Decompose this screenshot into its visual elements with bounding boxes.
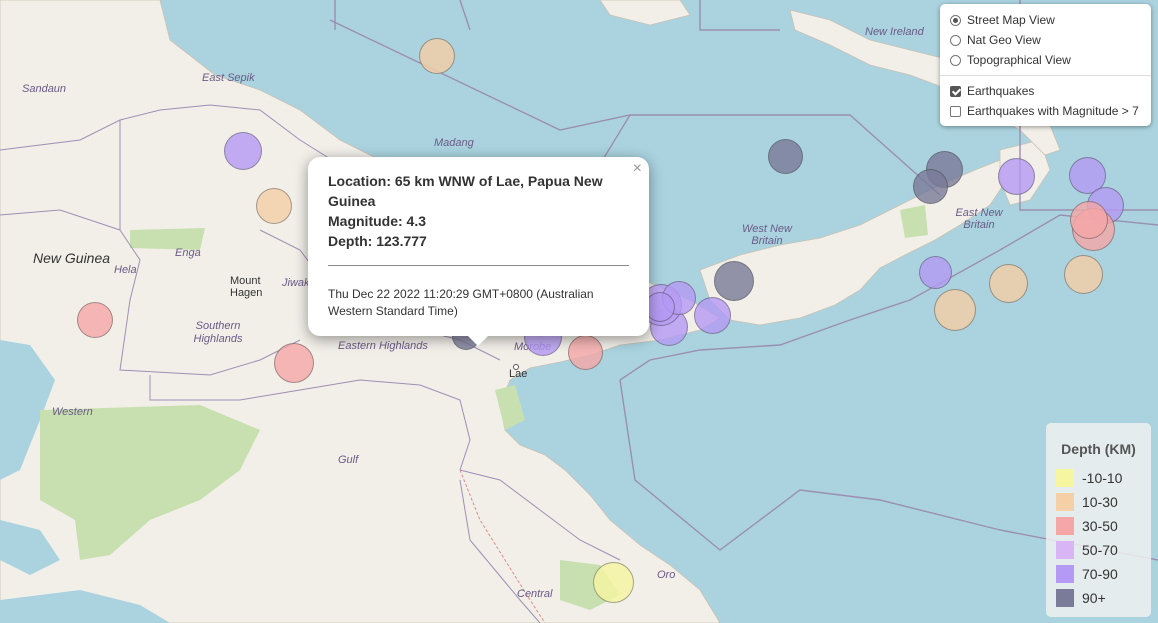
- checkbox-earthquakes[interactable]: [950, 85, 961, 97]
- popup-tip: [468, 336, 488, 346]
- popup-magnitude: Magnitude: 4.3: [328, 213, 427, 229]
- earthquake-marker[interactable]: [274, 343, 314, 383]
- label-sandaun: Sandaun: [22, 83, 67, 95]
- label-gulf: Gulf: [338, 454, 359, 466]
- earthquake-marker[interactable]: [768, 139, 803, 174]
- earthquake-marker[interactable]: [714, 261, 754, 301]
- earthquake-marker[interactable]: [593, 562, 634, 603]
- legend-label: 30-50: [1082, 518, 1118, 534]
- legend-swatch: [1056, 565, 1074, 583]
- base-layer-topographical[interactable]: Topographical View: [950, 50, 1141, 70]
- label-lae: Lae: [509, 368, 528, 380]
- legend-swatch: [1056, 469, 1074, 487]
- legend-item: 10-30: [1056, 490, 1141, 514]
- earthquake-marker[interactable]: [998, 158, 1035, 195]
- earthquake-marker[interactable]: [1070, 201, 1108, 239]
- legend-swatch: [1056, 541, 1074, 559]
- depth-legend: Depth (KM) -10-10 10-30 30-50 50-70 70-9…: [1046, 423, 1151, 617]
- legend-swatch: [1056, 517, 1074, 535]
- popup-time: Thu Dec 22 2022 11:20:29 GMT+0800 (Austr…: [328, 287, 594, 318]
- label-new-ireland: New Ireland: [865, 26, 924, 38]
- label-madang: Madang: [434, 137, 474, 149]
- label-western: Western: [52, 406, 93, 418]
- earthquake-marker[interactable]: [419, 38, 455, 74]
- legend-swatch: [1056, 589, 1074, 607]
- label-mount-hagen: Mount Hagen: [230, 275, 263, 299]
- earthquake-marker[interactable]: [568, 335, 603, 370]
- earthquake-popup: × Location: 65 km WNW of Lae, Papua New …: [308, 157, 649, 346]
- radio-topographical[interactable]: [950, 54, 961, 66]
- popup-location: Location: 65 km WNW of Lae, Papua New Gu…: [328, 173, 603, 209]
- base-layer-label: Nat Geo View: [967, 33, 1041, 47]
- earthquake-marker[interactable]: [989, 264, 1028, 303]
- overlay-earthquakes-mag7[interactable]: Earthquakes with Magnitude > 7: [950, 101, 1141, 121]
- legend-label: -10-10: [1082, 470, 1123, 486]
- label-west-new-britain: West New Britain: [742, 223, 792, 247]
- label-hela: Hela: [114, 264, 137, 276]
- layer-control-separator: [940, 75, 1151, 76]
- earthquake-marker[interactable]: [256, 188, 292, 224]
- base-layer-nat-geo[interactable]: Nat Geo View: [950, 30, 1141, 50]
- earthquake-marker[interactable]: [77, 302, 113, 338]
- popup-depth: Depth: 123.777: [328, 233, 427, 249]
- overlay-label: Earthquakes with Magnitude > 7: [967, 104, 1139, 118]
- overlay-earthquakes[interactable]: Earthquakes: [950, 81, 1141, 101]
- earthquake-marker[interactable]: [694, 297, 731, 334]
- radio-street-map[interactable]: [950, 14, 961, 26]
- legend-item: 30-50: [1056, 514, 1141, 538]
- lae-town-dot: [513, 364, 519, 370]
- legend-swatch: [1056, 493, 1074, 511]
- label-southern-highlands: Southern Highlands: [193, 320, 243, 345]
- label-east-new-britain: East New Britain: [955, 207, 1003, 231]
- label-central: Central: [517, 588, 553, 600]
- earthquake-marker[interactable]: [224, 132, 262, 170]
- earthquake-marker[interactable]: [934, 289, 976, 331]
- base-layer-street-map[interactable]: Street Map View: [950, 10, 1141, 30]
- label-eastern-highlands: Eastern Highlands: [338, 340, 428, 352]
- base-layer-label: Topographical View: [967, 53, 1071, 67]
- label-enga: Enga: [175, 247, 201, 259]
- legend-label: 70-90: [1082, 566, 1118, 582]
- legend-label: 90+: [1082, 590, 1106, 606]
- checkbox-earthquakes-mag7[interactable]: [950, 105, 961, 117]
- earthquake-marker[interactable]: [1064, 255, 1103, 294]
- legend-item: 50-70: [1056, 538, 1141, 562]
- earthquake-marker[interactable]: [913, 169, 948, 204]
- legend-item: 90+: [1056, 586, 1141, 610]
- label-oro: Oro: [657, 569, 676, 581]
- label-east-sepik: East Sepik: [202, 72, 255, 84]
- earthquake-marker[interactable]: [919, 256, 952, 289]
- legend-label: 50-70: [1082, 542, 1118, 558]
- popup-close-button[interactable]: ×: [633, 160, 642, 178]
- overlay-label: Earthquakes: [967, 84, 1035, 98]
- legend-label: 10-30: [1082, 494, 1118, 510]
- legend-item: 70-90: [1056, 562, 1141, 586]
- base-layer-label: Street Map View: [967, 13, 1055, 27]
- earthquake-marker[interactable]: [645, 292, 675, 322]
- popup-divider: [328, 265, 629, 266]
- radio-nat-geo[interactable]: [950, 34, 961, 46]
- legend-title: Depth (KM): [1061, 441, 1136, 457]
- layer-control: Street Map View Nat Geo View Topographic…: [940, 4, 1151, 126]
- label-new-guinea: New Guinea: [33, 250, 111, 266]
- legend-item: -10-10: [1056, 466, 1141, 490]
